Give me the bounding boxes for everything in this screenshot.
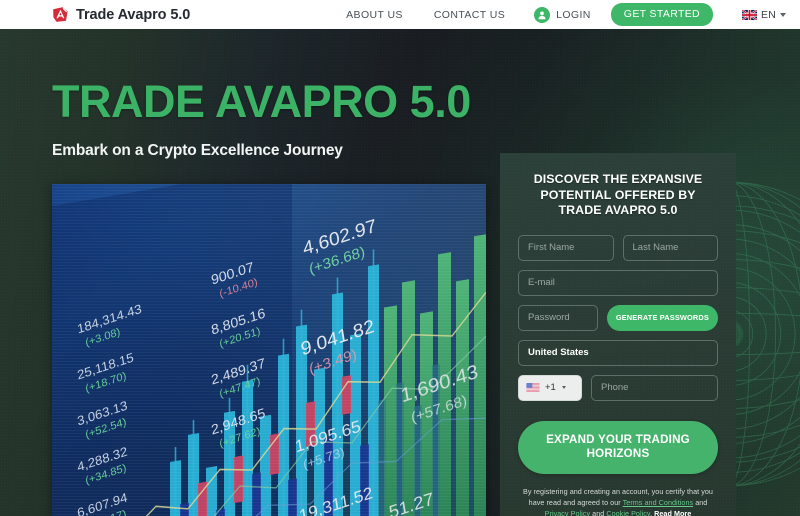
dial-code-selector[interactable]: +1 bbox=[518, 374, 582, 401]
signup-heading: DISCOVER THE EXPANSIVE POTENTIAL OFFERED… bbox=[518, 172, 718, 219]
country-row bbox=[518, 339, 718, 366]
submit-cta-button[interactable]: EXPAND YOUR TRADING HORIZONS bbox=[518, 420, 718, 474]
nav-login[interactable]: LOGIN bbox=[534, 6, 591, 23]
email-row bbox=[518, 269, 718, 296]
nav-about-us[interactable]: ABOUT US bbox=[346, 9, 403, 21]
chevron-down-icon bbox=[561, 386, 566, 389]
signup-heading-line-1: DISCOVER THE EXPANSIVE bbox=[533, 172, 703, 186]
signup-panel: DISCOVER THE EXPANSIVE POTENTIAL OFFERED… bbox=[500, 153, 736, 516]
brand-logo-link[interactable]: Trade Avapro 5.0 bbox=[52, 6, 190, 23]
signup-heading-line-3: TRADE AVAPRO 5.0 bbox=[558, 203, 678, 217]
legal-text-part-3: and bbox=[590, 508, 607, 516]
hero-chart-image: 184,314.43 25,118.15 3,063.13 4,288.32 6… bbox=[52, 184, 486, 516]
country-input[interactable] bbox=[518, 339, 718, 366]
terms-and-conditions-link[interactable]: Terms and Conditions bbox=[623, 498, 694, 507]
dial-code-label: +1 bbox=[545, 382, 556, 393]
language-selector[interactable]: EN bbox=[742, 9, 786, 21]
read-more-link[interactable]: Read More bbox=[654, 509, 691, 516]
language-code: EN bbox=[761, 8, 776, 21]
cta-line-2: HORIZONS bbox=[586, 447, 650, 460]
last-name-input[interactable] bbox=[622, 234, 718, 261]
avapro-logo-icon bbox=[52, 6, 69, 23]
page-subtitle: Embark on a Crypto Excellence Journey bbox=[52, 142, 343, 159]
first-name-input[interactable] bbox=[518, 234, 614, 261]
cta-line-1: EXPAND YOUR TRADING bbox=[546, 433, 690, 446]
password-row: GENERATE PASSWORDS bbox=[518, 304, 718, 331]
chevron-down-icon bbox=[780, 12, 786, 17]
nav-contact-us[interactable]: CONTACT US bbox=[434, 9, 505, 21]
uk-flag-icon bbox=[742, 9, 757, 20]
user-icon bbox=[534, 6, 551, 23]
signup-form: GENERATE PASSWORDS bbox=[518, 234, 718, 516]
legal-text-part-2: and bbox=[693, 497, 708, 507]
page-title: TRADE AVAPRO 5.0 bbox=[52, 76, 471, 127]
name-row bbox=[518, 234, 718, 261]
signup-heading-line-2: POTENTIAL OFFERED BY bbox=[540, 187, 696, 202]
cookie-policy-link[interactable]: Cookie Policy bbox=[606, 509, 650, 516]
password-input[interactable] bbox=[518, 304, 598, 331]
us-flag-icon bbox=[526, 383, 540, 392]
page-root: Trade Avapro 5.0 ABOUT US CONTACT US LOG… bbox=[0, 0, 800, 516]
phone-row: +1 bbox=[518, 374, 718, 401]
privacy-policy-link[interactable]: Privacy Policy bbox=[545, 509, 590, 516]
email-input[interactable] bbox=[518, 269, 718, 296]
nav-login-label: LOGIN bbox=[556, 8, 591, 21]
brand-name: Trade Avapro 5.0 bbox=[76, 6, 191, 23]
phone-input[interactable] bbox=[591, 374, 718, 401]
main-navigation: ABOUT US CONTACT US LOGIN GET STARTED EN bbox=[346, 3, 786, 26]
legal-disclaimer: By registering and creating an account, … bbox=[518, 486, 718, 516]
hero-section: TRADE AVAPRO 5.0 Embark on a Crypto Exce… bbox=[0, 29, 800, 516]
generate-passwords-button[interactable]: GENERATE PASSWORDS bbox=[606, 304, 718, 331]
get-started-button[interactable]: GET STARTED bbox=[610, 3, 713, 26]
site-header: Trade Avapro 5.0 ABOUT US CONTACT US LOG… bbox=[0, 0, 800, 29]
